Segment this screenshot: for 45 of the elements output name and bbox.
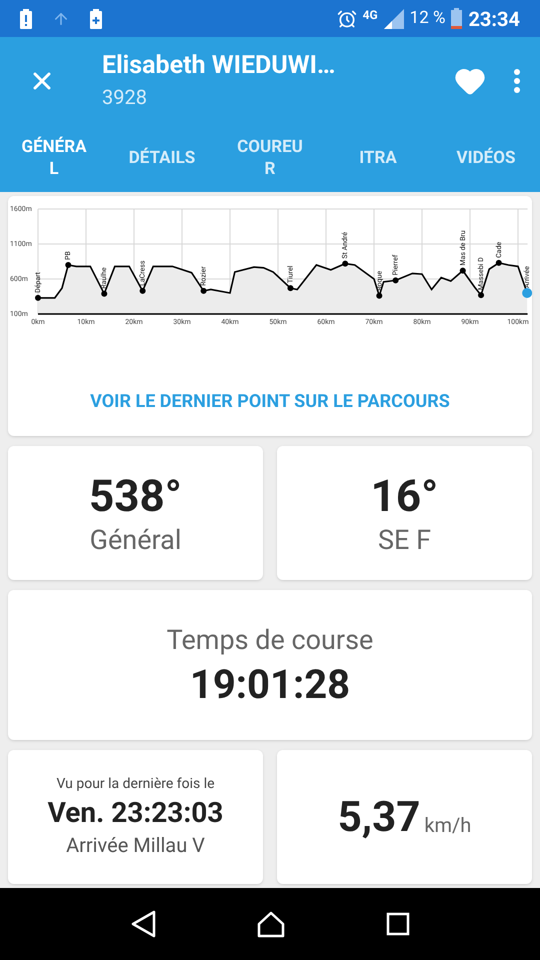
bib-number: 3928: [102, 84, 148, 111]
stat-value: 538°: [89, 468, 182, 524]
stat-unit: km/h: [424, 812, 472, 839]
stat-value: 5,37: [338, 792, 420, 844]
checkpoint-marker: [65, 262, 72, 268]
battery-charging-icon: [90, 8, 102, 28]
back-icon[interactable]: [130, 910, 156, 938]
tab[interactable]: VIDÉOS: [450, 148, 522, 170]
battery-percent: 12 %: [410, 6, 446, 30]
stat-label: Temps de course: [166, 622, 374, 658]
checkpoint-marker: [35, 294, 41, 301]
checkpoint-marker: [200, 288, 207, 294]
home-icon[interactable]: [256, 910, 286, 938]
more-button[interactable]: [514, 69, 520, 93]
battery-icon: [451, 8, 462, 29]
stat-value: 19:01:28: [190, 660, 350, 710]
alarm-icon: [336, 8, 357, 28]
checkpoint-marker: [496, 260, 502, 266]
stat-label: Vu pour la dernière fois le: [56, 775, 215, 794]
tab[interactable]: GÉNÉRAL: [18, 137, 90, 180]
checkpoint-marker: [342, 260, 348, 267]
recent-apps-icon[interactable]: [386, 912, 410, 936]
stat-label: SE F: [378, 524, 431, 558]
tab[interactable]: ITRA: [342, 148, 414, 170]
tab[interactable]: COUREUR: [234, 137, 306, 180]
stat-label: Arrivée Millau V: [66, 832, 205, 859]
checkpoint-marker: [460, 268, 466, 274]
stat-value: Ven. 23:23:03: [48, 795, 224, 830]
stat-label: Général: [90, 524, 182, 558]
stat-value: 16°: [370, 468, 438, 524]
route-link[interactable]: VOIR LE DERNIER POINT SUR LE PARCOURS: [90, 388, 450, 415]
signal-icon: [384, 8, 404, 28]
checkpoint-marker: [287, 285, 294, 292]
checkpoint-marker: [101, 290, 108, 297]
runner-name: Elisabeth WIEDUWI…: [102, 50, 336, 82]
checkpoint-marker: [392, 277, 399, 284]
more-icon: [514, 69, 520, 93]
battery-alert-icon: [20, 8, 32, 28]
clock: 23:34: [468, 6, 520, 32]
tab[interactable]: DÉTAILS: [126, 148, 198, 170]
current-position-marker: [522, 288, 532, 298]
checkpoint-marker: [140, 288, 146, 294]
checkpoint-marker: [376, 292, 382, 299]
checkpoint-marker: [478, 292, 484, 298]
network-type: 4G: [362, 6, 378, 24]
